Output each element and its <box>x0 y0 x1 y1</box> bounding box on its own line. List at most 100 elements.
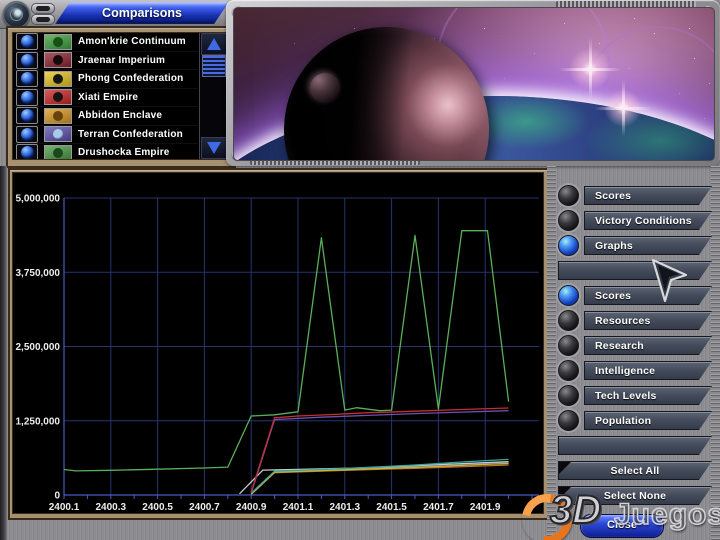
empire-flag-icon <box>44 89 72 105</box>
space-scene-frame <box>226 0 720 166</box>
empire-toggle[interactable] <box>16 107 38 124</box>
empire-name: Terran Confederation <box>78 129 183 140</box>
empire-flag-icon <box>44 108 72 124</box>
empire-name: Amon'krie Continuum <box>78 36 186 47</box>
x-axis-label: 2401.5 <box>376 502 407 513</box>
button-victory-conditions[interactable]: Victory Conditions <box>584 211 712 230</box>
empire-name: Abbidon Enclave <box>78 110 162 121</box>
led-tech-levels[interactable] <box>558 385 579 406</box>
blue-orb-icon <box>21 35 34 48</box>
empire-toggle[interactable] <box>16 89 38 106</box>
comparisons-window: Comparisons Amon'krie Continuum Jraenar I… <box>0 0 720 540</box>
y-axis-label: 1,250,000 <box>16 416 61 427</box>
button-select-none[interactable]: Select None <box>558 486 712 505</box>
orb-menu-button[interactable] <box>3 1 30 28</box>
blue-orb-icon <box>21 72 34 85</box>
right-panel-rail-right <box>711 166 720 540</box>
x-axis-label: 2400.5 <box>142 502 173 513</box>
graph-canvas: 5,000,0003,750,0002,500,0001,250,0000240… <box>12 172 544 514</box>
button-scores[interactable]: Scores <box>584 286 712 305</box>
empire-name: Phong Confederation <box>78 73 183 84</box>
empire-row-phong-confederation[interactable]: Phong Confederation <box>14 70 198 89</box>
right-button-stack: Scores Victory Conditions Graphs Scores Reso… <box>558 186 712 511</box>
scroll-up-button[interactable] <box>201 33 227 55</box>
empire-toggle[interactable] <box>16 144 38 159</box>
led-research[interactable] <box>558 335 579 356</box>
empire-flag-icon <box>44 34 72 50</box>
flag-emblem <box>53 37 63 47</box>
button-row: Graphs <box>558 236 712 255</box>
empire-name: Jraenar Imperium <box>78 55 165 66</box>
empire-name: Drushocka Empire <box>78 147 170 158</box>
score-graph: 5,000,0003,750,0002,500,0001,250,0000240… <box>13 173 543 513</box>
button-research[interactable]: Research <box>584 336 712 355</box>
button-row: Select All <box>558 461 712 480</box>
empire-list: Amon'krie Continuum Jraenar Imperium Phong… <box>14 33 198 159</box>
led-population[interactable] <box>558 410 579 431</box>
led-victory-conditions[interactable] <box>558 210 579 231</box>
empire-toggle[interactable] <box>16 33 38 50</box>
button-row: Population <box>558 411 712 430</box>
flag-emblem <box>53 148 63 158</box>
empire-row-terran-confederation[interactable]: Terran Confederation <box>14 126 198 145</box>
flag-emblem <box>53 92 63 102</box>
empire-row-amon-krie-continuum[interactable]: Amon'krie Continuum <box>14 33 198 52</box>
scrollbar-thumb[interactable] <box>202 55 226 77</box>
empire-row-xiati-empire[interactable]: Xiati Empire <box>14 89 198 108</box>
x-axis-label: 2400.9 <box>236 502 267 513</box>
orb-icon <box>10 8 23 21</box>
flag-emblem <box>53 55 63 65</box>
x-axis-label: 2401.3 <box>329 502 360 513</box>
button-row <box>558 436 712 455</box>
blank-bar <box>558 261 712 280</box>
vent-grille-bottom <box>31 14 55 25</box>
button-row: Scores <box>558 286 712 305</box>
button-tech-levels[interactable]: Tech Levels <box>584 386 712 405</box>
blue-orb-icon <box>21 146 34 159</box>
series-empire-violet <box>251 411 508 494</box>
empire-flag-icon <box>44 145 72 159</box>
empire-list-panel: Amon'krie Continuum Jraenar Imperium Phong… <box>6 26 236 168</box>
title-bar: Comparisons <box>0 0 236 29</box>
button-intelligence[interactable]: Intelligence <box>584 361 712 380</box>
graph-panel: 5,000,0003,750,0002,500,0001,250,0000240… <box>8 168 550 520</box>
empire-row-drushocka-empire[interactable]: Drushocka Empire <box>14 144 198 159</box>
series-empire-yellow <box>251 464 508 495</box>
flag-emblem <box>53 129 63 139</box>
empire-list-scrollbar[interactable] <box>199 33 227 159</box>
empire-toggle[interactable] <box>16 70 38 87</box>
x-axis-label: 2400.1 <box>49 502 80 513</box>
button-graphs[interactable]: Graphs <box>584 236 712 255</box>
y-axis-label: 5,000,000 <box>16 194 61 205</box>
empire-row-jraenar-imperium[interactable]: Jraenar Imperium <box>14 52 198 71</box>
series-empire-green <box>64 231 509 471</box>
right-panel-rail-left <box>547 166 556 540</box>
empire-flag-icon <box>44 71 72 87</box>
button-scores[interactable]: Scores <box>584 186 712 205</box>
button-select-all[interactable]: Select All <box>558 461 712 480</box>
blue-orb-icon <box>21 91 34 104</box>
button-row: Select None <box>558 486 712 505</box>
empire-row-abbidon-enclave[interactable]: Abbidon Enclave <box>14 107 198 126</box>
close-button[interactable]: Close <box>580 514 664 538</box>
scroll-down-button[interactable] <box>201 137 227 159</box>
button-row: Victory Conditions <box>558 211 712 230</box>
stars <box>234 8 235 9</box>
button-resources[interactable]: Resources <box>584 311 712 330</box>
led-intelligence[interactable] <box>558 360 579 381</box>
blue-orb-icon <box>21 128 34 141</box>
button-row: Resources <box>558 311 712 330</box>
led-scores[interactable] <box>558 185 579 206</box>
vent-grille-top <box>31 3 55 14</box>
led-graphs[interactable] <box>558 235 579 256</box>
blank-bar <box>558 436 712 455</box>
empire-list-box: Amon'krie Continuum Jraenar Imperium Phong… <box>12 32 228 160</box>
led-scores[interactable] <box>558 285 579 306</box>
arrow-up-icon <box>207 38 221 50</box>
button-row: Scores <box>558 186 712 205</box>
empire-toggle[interactable] <box>16 126 38 143</box>
empire-toggle[interactable] <box>16 52 38 69</box>
button-population[interactable]: Population <box>584 411 712 430</box>
button-row <box>558 261 712 280</box>
led-resources[interactable] <box>558 310 579 331</box>
